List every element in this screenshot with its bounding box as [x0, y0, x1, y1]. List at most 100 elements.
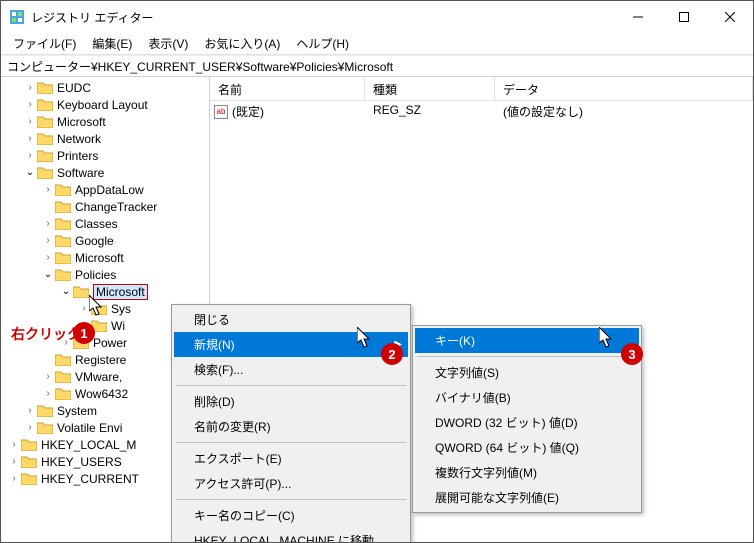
sub-string[interactable]: 文字列値(S) [415, 360, 639, 385]
tree-printers[interactable]: › Printers [1, 147, 209, 164]
chevron-right-icon[interactable]: › [7, 456, 21, 467]
tree-software[interactable]: ⌄Software [1, 164, 209, 181]
window-controls [615, 1, 753, 33]
folder-icon [73, 285, 89, 298]
sub-multistring[interactable]: 複数行文字列値(M) [415, 460, 639, 485]
tree-label: Volatile Envi [57, 421, 122, 435]
folder-icon [37, 149, 53, 162]
chevron-right-icon[interactable]: › [41, 218, 55, 229]
ctx-export[interactable]: エクスポート(E) [174, 446, 408, 471]
ctx-copy-key[interactable]: キー名のコピー(C) [174, 503, 408, 528]
col-data[interactable]: データ [495, 77, 753, 100]
ctx-permissions[interactable]: アクセス許可(P)... [174, 471, 408, 496]
maximize-button[interactable] [661, 1, 707, 33]
chevron-right-icon[interactable]: › [41, 388, 55, 399]
chevron-right-icon[interactable]: › [23, 82, 37, 93]
tree-classes[interactable]: ›Classes [1, 215, 209, 232]
menu-bar: ファイル(F) 編集(E) 表示(V) お気に入り(A) ヘルプ(H) [1, 33, 753, 55]
separator [417, 356, 637, 357]
chevron-right-icon[interactable]: › [77, 303, 91, 314]
sub-expandstring[interactable]: 展開可能な文字列値(E) [415, 485, 639, 510]
tree-label: VMware, [75, 370, 122, 384]
tree-google[interactable]: ›Google [1, 232, 209, 249]
window-title: レジストリ エディター [31, 9, 615, 26]
chevron-right-icon[interactable]: › [7, 439, 21, 450]
ctx-delete[interactable]: 削除(D) [174, 389, 408, 414]
tree-label: Registere [75, 353, 126, 367]
chevron-right-icon[interactable]: › [23, 405, 37, 416]
tree-label: EUDC [57, 81, 91, 95]
chevron-right-icon[interactable]: › [23, 116, 37, 127]
sub-key[interactable]: キー(K) [415, 328, 639, 353]
tree-changetracker[interactable]: ChangeTracker [1, 198, 209, 215]
folder-icon [21, 472, 37, 485]
folder-icon [55, 200, 71, 213]
col-type[interactable]: 種類 [365, 77, 495, 100]
tree-network[interactable]: ›Network [1, 130, 209, 147]
tree-label: Keyboard Layout [57, 98, 148, 112]
tree-label: Wow6432 [75, 387, 128, 401]
tree-label: Wi [111, 319, 125, 333]
menu-file[interactable]: ファイル(F) [5, 35, 84, 52]
list-row[interactable]: ab (既定) REG_SZ (値の設定なし) [210, 101, 753, 122]
tree-eudc[interactable]: › EUDC [1, 79, 209, 96]
ctx-find[interactable]: 検索(F)... [174, 357, 408, 382]
menu-view[interactable]: 表示(V) [140, 35, 196, 52]
list-header: 名前 種類 データ [210, 77, 753, 101]
menu-edit[interactable]: 編集(E) [84, 35, 140, 52]
minimize-button[interactable] [615, 1, 661, 33]
ctx-rename[interactable]: 名前の変更(R) [174, 414, 408, 439]
chevron-right-icon[interactable]: › [23, 133, 37, 144]
annotation-badge-3: 3 [621, 343, 643, 365]
folder-icon [91, 302, 107, 315]
chevron-down-icon[interactable]: ⌄ [23, 167, 37, 178]
folder-icon [37, 132, 53, 145]
folder-icon [55, 268, 71, 281]
context-menu: 閉じる 新規(N)▶ 検索(F)... 削除(D) 名前の変更(R) エクスポー… [171, 304, 411, 543]
tree-keyboard[interactable]: › Keyboard Layout [1, 96, 209, 113]
menu-favorites[interactable]: お気に入り(A) [196, 35, 288, 52]
ctx-new[interactable]: 新規(N)▶ [174, 332, 408, 357]
ctx-close[interactable]: 閉じる [174, 307, 408, 332]
tree-appdatalow[interactable]: ›AppDataLow [1, 181, 209, 198]
folder-icon [37, 421, 53, 434]
chevron-right-icon[interactable]: › [23, 150, 37, 161]
chevron-right-icon[interactable]: › [7, 473, 21, 484]
sub-binary[interactable]: バイナリ値(B) [415, 385, 639, 410]
annotation-rightclick: 右クリック [11, 324, 81, 344]
sub-qword[interactable]: QWORD (64 ビット) 値(Q) [415, 435, 639, 460]
tree-policies[interactable]: ⌄ Policies [1, 266, 209, 283]
folder-icon [55, 251, 71, 264]
ctx-goto-hklm[interactable]: HKEY_LOCAL_MACHINE に移動(T) [174, 528, 408, 543]
folder-icon [55, 353, 71, 366]
close-button[interactable] [707, 1, 753, 33]
sub-dword[interactable]: DWORD (32 ビット) 値(D) [415, 410, 639, 435]
menu-help[interactable]: ヘルプ(H) [288, 35, 357, 52]
tree-microsoft[interactable]: › Microsoft [1, 113, 209, 130]
tree-microsoft2[interactable]: › Microsoft [1, 249, 209, 266]
col-name[interactable]: 名前 [210, 77, 365, 100]
folder-icon [55, 234, 71, 247]
chevron-right-icon[interactable]: › [41, 252, 55, 263]
tree-policies-microsoft[interactable]: ⌄Microsoft [1, 283, 209, 300]
row-data-cell: (値の設定なし) [495, 103, 753, 120]
tree-label: Microsoft [57, 115, 106, 129]
chevron-right-icon[interactable]: › [23, 422, 37, 433]
separator [176, 442, 406, 443]
separator [176, 385, 406, 386]
chevron-right-icon[interactable]: › [23, 99, 37, 110]
tree-label: Sys [111, 302, 131, 316]
chevron-right-icon[interactable]: › [41, 235, 55, 246]
tree-label: Printers [57, 149, 98, 163]
chevron-right-icon[interactable]: › [41, 184, 55, 195]
new-submenu: キー(K) 文字列値(S) バイナリ値(B) DWORD (32 ビット) 値(… [412, 325, 642, 513]
chevron-down-icon[interactable]: ⌄ [41, 269, 55, 280]
chevron-down-icon[interactable]: ⌄ [59, 286, 73, 297]
folder-icon [37, 404, 53, 417]
tree-label: Microsoft [75, 251, 124, 265]
address-bar[interactable]: コンピューター¥HKEY_CURRENT_USER¥Software¥Polic… [1, 55, 753, 77]
folder-icon [21, 438, 37, 451]
tree-label: Policies [75, 268, 116, 282]
string-value-icon: ab [214, 105, 228, 119]
chevron-right-icon[interactable]: › [41, 371, 55, 382]
